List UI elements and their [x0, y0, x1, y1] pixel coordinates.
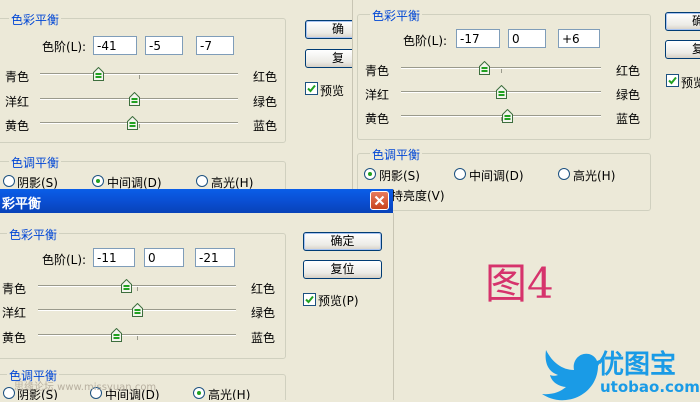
logo-url: utobao.com: [600, 378, 700, 396]
group-title: 色彩平衡: [370, 7, 423, 24]
dialog-color-balance-top-left: 色彩平衡 色阶(L): 青色 红色 洋红 绿色 黄色 蓝色 确 复 预览 色调平…: [0, 0, 352, 189]
preview-label: 预览(P): [318, 294, 359, 308]
checkmark-icon: [307, 84, 316, 93]
radio-highlights[interactable]: [558, 168, 570, 180]
slider-left-label: 洋红: [2, 306, 27, 320]
levels-label: 色阶(L):: [42, 40, 87, 54]
slider-thumb[interactable]: [131, 303, 143, 317]
slider-right-label: 蓝色: [253, 119, 278, 133]
slider-thumb[interactable]: [495, 85, 507, 99]
slider-thumb[interactable]: [110, 328, 122, 342]
levels-label: 色阶(L):: [403, 34, 448, 48]
radio-shadows-label: 阴影(S): [17, 176, 58, 189]
radio-highlights-label: 高光(H): [208, 388, 251, 400]
level-input-magenta-green[interactable]: [145, 36, 183, 55]
radio-midtones[interactable]: [92, 175, 104, 187]
slider-right-label: 绿色: [616, 88, 641, 102]
level-input-yellow-blue[interactable]: [195, 248, 235, 267]
forum-watermark: 思缘论坛 www.missyuan.com: [14, 382, 157, 393]
slider-thumb[interactable]: [92, 67, 104, 81]
slider-center-tick: [137, 287, 138, 291]
level-input-yellow-blue[interactable]: [196, 36, 234, 55]
slider-right-label: 红色: [253, 70, 278, 84]
level-input-magenta-green[interactable]: [144, 248, 184, 267]
slider-right-label: 蓝色: [251, 331, 276, 345]
window-title: 彩平衡: [2, 197, 42, 212]
checkmark-icon: [668, 76, 677, 85]
radio-midtones[interactable]: [454, 168, 466, 180]
radio-highlights[interactable]: [193, 387, 205, 399]
radio-midtones-label: 中间调(D): [107, 176, 162, 189]
slider-left-label: 青色: [365, 64, 390, 78]
slider-right-label: 红色: [616, 64, 641, 78]
tone-group-title: 色调平衡: [9, 154, 62, 171]
slider-right-label: 红色: [251, 282, 276, 296]
ok-button[interactable]: 确: [305, 20, 352, 39]
slider-thumb[interactable]: [126, 116, 138, 130]
slider-center-tick: [139, 124, 140, 128]
slider-center-tick: [137, 336, 138, 340]
reset-button[interactable]: 复位: [303, 260, 382, 279]
ok-button[interactable]: 确定: [303, 232, 382, 251]
level-input-magenta-green[interactable]: [508, 29, 546, 48]
preview-checkbox[interactable]: [303, 293, 316, 306]
level-input-yellow-blue[interactable]: [558, 29, 600, 48]
preview-checkbox[interactable]: [666, 74, 679, 87]
slider-left-label: 洋红: [5, 95, 30, 109]
dialog-color-balance-bottom: 色彩平衡 色阶(L): 青色 红色 洋红 绿色 黄色 蓝色 确定 复位 预览(P…: [0, 213, 394, 400]
radio-highlights-label: 高光(H): [211, 176, 254, 189]
radio-shadows-label: 阴影(S): [379, 169, 420, 183]
slider-left-label: 青色: [5, 70, 30, 84]
preview-label: 预览: [320, 84, 345, 98]
radio-highlights[interactable]: [196, 175, 208, 187]
radio-midtones-label: 中间调(D): [469, 169, 524, 183]
slider-right-label: 绿色: [253, 95, 278, 109]
level-input-cyan-red[interactable]: [93, 36, 137, 55]
slider-right-label: 绿色: [251, 306, 276, 320]
slider-thumb[interactable]: [120, 279, 132, 293]
site-logo: 优图宝 utobao.com: [540, 340, 700, 401]
logo-name: 优图宝: [598, 350, 677, 380]
slider-thumb[interactable]: [478, 61, 490, 75]
preserve-luminosity-label: 持亮度(V): [391, 189, 445, 203]
level-input-cyan-red[interactable]: [93, 248, 135, 267]
preview-label: 预览: [681, 76, 700, 90]
radio-highlights-label: 高光(H): [573, 169, 616, 183]
slider-left-label: 洋红: [365, 88, 390, 102]
slider-center-tick: [139, 75, 140, 79]
slider-thumb[interactable]: [128, 92, 140, 106]
close-icon: [374, 195, 385, 206]
close-button[interactable]: [370, 191, 389, 210]
group-title: 色彩平衡: [7, 226, 60, 243]
ok-button[interactable]: 确: [665, 12, 700, 31]
checkmark-icon: [305, 295, 314, 304]
reset-button[interactable]: 复: [665, 40, 700, 59]
level-input-cyan-red[interactable]: [456, 29, 500, 48]
slider-right-label: 蓝色: [616, 112, 641, 126]
slider-center-tick: [501, 69, 502, 73]
slider-left-label: 青色: [2, 282, 27, 296]
slider-left-label: 黄色: [365, 112, 390, 126]
reset-button[interactable]: 复: [305, 49, 352, 68]
dialog-color-balance-top-right: 色彩平衡 色阶(L): 青色 红色 洋红 绿色 黄色 蓝色 确 复 预览 色调平…: [352, 0, 700, 213]
radio-shadows[interactable]: [364, 168, 376, 180]
twitter-bird-icon: [542, 350, 602, 401]
slider-left-label: 黄色: [5, 119, 30, 133]
slider-left-label: 黄色: [2, 331, 27, 345]
tone-group-title: 色调平衡: [370, 146, 423, 163]
levels-label: 色阶(L):: [42, 253, 87, 267]
group-title: 色彩平衡: [9, 11, 62, 28]
radio-shadows[interactable]: [3, 175, 15, 187]
slider-thumb[interactable]: [501, 109, 513, 123]
window-titlebar[interactable]: 彩平衡: [0, 189, 393, 213]
color-balance-group: 色彩平衡: [0, 11, 286, 143]
figure-label: 图4: [485, 259, 554, 308]
preview-checkbox[interactable]: [305, 82, 318, 95]
